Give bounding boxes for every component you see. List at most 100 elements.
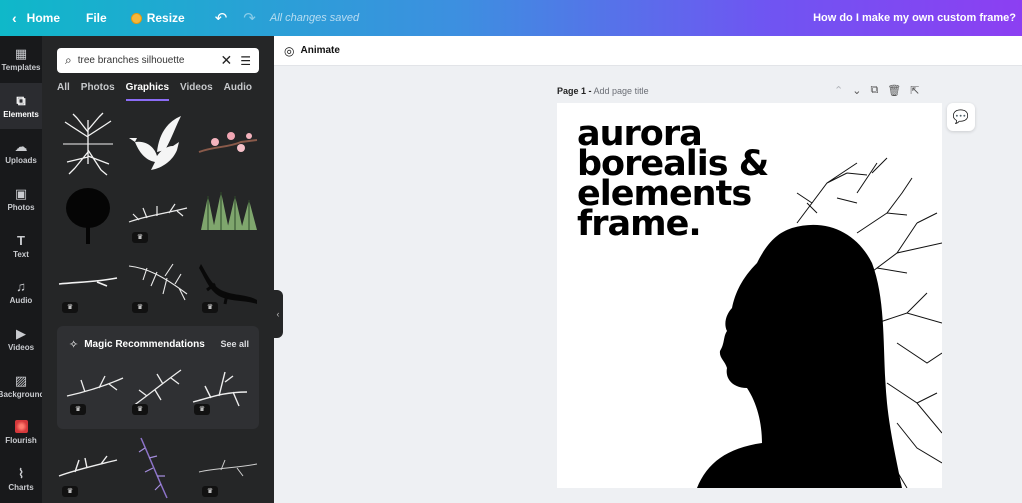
magic-recommendations: ✧ Magic Recommendations See all ♛ ♛ ♛ (57, 326, 259, 429)
rail-item-templates[interactable]: ▦ Templates (0, 36, 42, 83)
page-title-input[interactable]: Add page title (594, 86, 649, 96)
graphic-dove[interactable] (127, 112, 189, 176)
collapse-panel-handle[interactable]: ‹ (273, 290, 283, 338)
rail-label: Uploads (5, 156, 37, 166)
pine-trees-icon (201, 192, 257, 230)
design-page[interactable]: aurora borealis & elements frame. (557, 103, 942, 488)
home-button[interactable]: ‹ Home (4, 0, 68, 36)
rail-item-charts[interactable]: ⌇ Charts (0, 456, 42, 503)
rail-label: Elements (3, 109, 39, 119)
magic-item[interactable]: ♛ (65, 362, 125, 418)
top-bar: ‹ Home File Resize ↶ ↷ All changes saved… (0, 0, 1022, 36)
rail-item-text[interactable]: T Text (0, 223, 42, 270)
lavender-branch-icon (138, 437, 168, 499)
templates-icon: ▦ (14, 45, 28, 61)
graphic-lavender-branch[interactable] (127, 436, 189, 500)
file-menu-button[interactable]: File (78, 0, 115, 36)
crown-icon: ♛ (62, 486, 78, 497)
add-page-icon[interactable]: ⇱ (910, 84, 919, 97)
resize-label: Resize (146, 11, 185, 25)
rail-label: Text (13, 249, 29, 259)
search-input[interactable]: ⌕ tree branches silhouette ✕ ☰ (57, 48, 259, 73)
sparkle-icon: ✧ (69, 339, 79, 351)
crown-icon: ♛ (132, 404, 148, 415)
graphic-fine-branch[interactable]: ♛ (197, 436, 259, 500)
rail-label: Audio (9, 296, 33, 306)
search-icon: ⌕ (65, 53, 72, 67)
rail-item-elements[interactable]: ⧉ Elements (0, 82, 42, 130)
black-tree-icon (66, 188, 110, 244)
graphic-white-twig[interactable]: ♛ (57, 436, 119, 500)
clear-icon[interactable]: ✕ (221, 52, 233, 69)
elements-panel: ⌕ tree branches silhouette ✕ ☰ All Photo… (42, 36, 274, 503)
side-rail: ▦ Templates ⧉ Elements ☁ Uploads ▣ Photo… (0, 36, 45, 503)
rail-label: Background (0, 389, 45, 399)
crown-icon: ♛ (132, 232, 148, 243)
graphic-branch-twigs[interactable]: ♛ (127, 254, 189, 318)
comment-icon: 💬 (952, 109, 970, 124)
tab-graphics[interactable]: Graphics (125, 82, 170, 101)
rail-item-flourish[interactable]: Flourish (0, 410, 42, 457)
redo-icon[interactable]: ↷ (235, 0, 264, 36)
tab-all[interactable]: All (57, 82, 70, 101)
blossom-branch-icon (198, 132, 258, 153)
crown-icon: ♛ (202, 486, 218, 497)
add-comment-button[interactable]: 💬 (947, 103, 975, 131)
rail-label: Photos (7, 202, 35, 212)
category-tabs: All Photos Graphics Videos Audio (57, 82, 263, 101)
uploads-icon: ☁ (14, 139, 28, 155)
crown-icon (130, 12, 142, 24)
home-label: Home (26, 11, 61, 25)
undo-icon[interactable]: ↶ (207, 0, 236, 36)
rail-item-videos[interactable]: ▶ Videos (0, 316, 42, 363)
tab-photos[interactable]: Photos (81, 82, 115, 101)
rail-item-uploads[interactable]: ☁ Uploads (0, 129, 42, 176)
rail-label: Templates (1, 62, 41, 72)
graphic-dark-branch[interactable]: ♛ (197, 254, 259, 318)
graphic-pine-trees[interactable] (197, 182, 259, 246)
delete-page-icon[interactable]: 🗑 (887, 84, 901, 97)
graphic-white-branch[interactable]: ♛ (127, 182, 189, 246)
headline-text[interactable]: aurora borealis & elements frame. (577, 117, 769, 242)
chevron-up-icon[interactable]: ⌃ (834, 84, 843, 97)
duplicate-page-icon[interactable]: ⧉ (870, 84, 878, 97)
chevron-down-icon[interactable]: ⌄ (852, 84, 861, 97)
magic-title-text: Magic Recommendations (84, 339, 205, 350)
tab-videos[interactable]: Videos (180, 82, 213, 101)
filter-icon[interactable]: ☰ (240, 54, 251, 68)
see-all-link[interactable]: See all (220, 339, 249, 349)
rail-item-photos[interactable]: ▣ Photos (0, 176, 42, 223)
rail-label: Charts (8, 483, 34, 493)
tree-roots-icon (63, 112, 113, 176)
canvas-toolbar: ◎ Animate (274, 36, 1022, 66)
resize-button[interactable]: Resize (123, 0, 193, 36)
chevron-left-icon: ‹ (12, 10, 17, 26)
page-controls: ⌃ ⌄ ⧉ 🗑 ⇱ (834, 84, 919, 97)
background-icon: ▨ (14, 372, 28, 388)
magic-title: ✧ Magic Recommendations (69, 338, 205, 351)
graphic-black-tree[interactable] (57, 182, 119, 246)
page-label: Page 1 - (557, 86, 592, 96)
crown-icon: ♛ (70, 404, 86, 415)
rail-label: Videos (7, 342, 35, 352)
rail-label: Flourish (5, 436, 37, 446)
search-value[interactable]: tree branches silhouette (78, 55, 221, 66)
file-label: File (86, 11, 107, 25)
crown-icon: ♛ (132, 302, 148, 313)
magic-item[interactable]: ♛ (127, 362, 187, 418)
custom-frame-link[interactable]: How do I make my own custom frame? (813, 12, 1016, 24)
animate-icon: ◎ (284, 43, 295, 58)
crown-icon: ♛ (202, 302, 218, 313)
graphic-blossom-branch[interactable] (197, 112, 259, 176)
graphic-tree-roots[interactable] (57, 112, 119, 176)
charts-icon: ⌇ (17, 466, 25, 482)
crown-icon: ♛ (194, 404, 210, 415)
graphic-thin-branch[interactable]: ♛ (57, 254, 119, 318)
save-status: All changes saved (269, 12, 360, 24)
animate-button[interactable]: ◎ Animate (284, 44, 340, 58)
rail-item-audio[interactable]: ♫ Audio (0, 269, 42, 316)
magic-item[interactable]: ♛ (189, 362, 251, 418)
crown-icon: ♛ (62, 302, 78, 313)
rail-item-background[interactable]: ▨ Background (0, 363, 45, 410)
tab-audio[interactable]: Audio (224, 82, 252, 101)
